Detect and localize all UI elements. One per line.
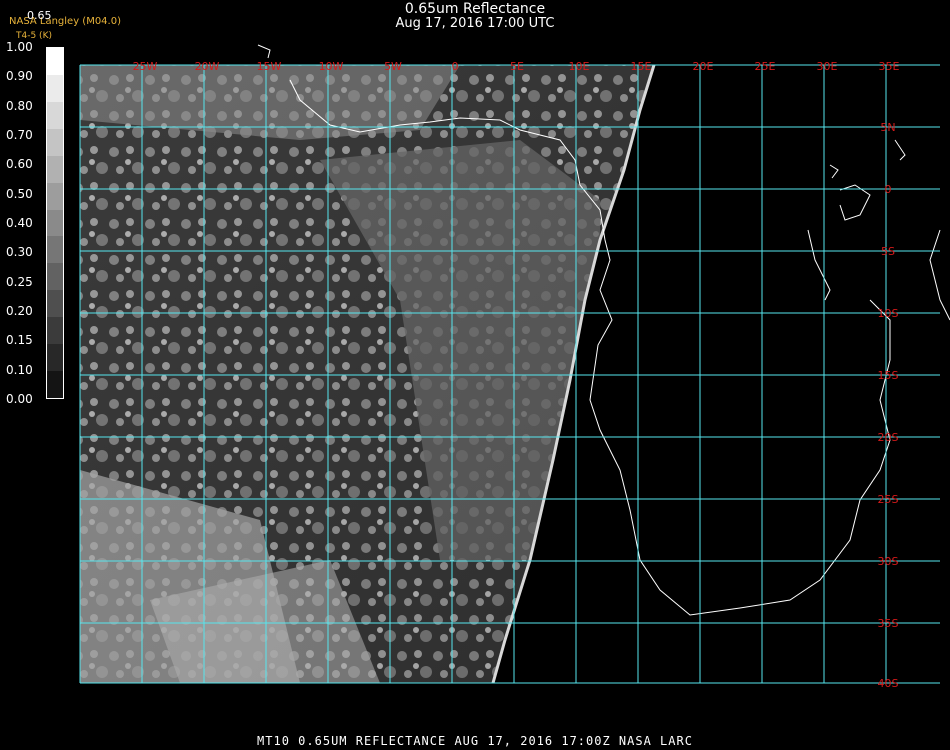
latitude-labels: 5N 0 5S 10S 15S 20S 25S 30S 35S 40S bbox=[878, 121, 899, 690]
footer-caption: MT10 0.65UM REFLECTANCE AUG 17, 2016 17:… bbox=[257, 734, 693, 748]
longitude-label: 5W bbox=[384, 60, 402, 73]
longitude-label: 25E bbox=[755, 60, 776, 73]
longitude-label: 35E bbox=[879, 60, 900, 73]
latitude-label: 5S bbox=[881, 245, 895, 258]
longitude-label: 20E bbox=[693, 60, 714, 73]
latitude-label: 25S bbox=[878, 493, 899, 506]
longitude-label: 5E bbox=[510, 60, 524, 73]
latitude-label: 30S bbox=[878, 555, 899, 568]
latitude-label: 0 bbox=[885, 183, 892, 196]
longitude-label: 25W bbox=[133, 60, 158, 73]
colorbar-max-label: 0.65 bbox=[27, 9, 52, 22]
latitude-label: 10S bbox=[878, 307, 899, 320]
longitude-label: 10E bbox=[569, 60, 590, 73]
longitude-label: 10W bbox=[319, 60, 344, 73]
longitude-label: 30E bbox=[817, 60, 838, 73]
latitude-label: 5N bbox=[880, 121, 895, 134]
longitude-label: 20W bbox=[195, 60, 220, 73]
longitude-label: 15W bbox=[257, 60, 282, 73]
latitude-label: 15S bbox=[878, 369, 899, 382]
longitude-label: 0 bbox=[452, 60, 459, 73]
latitude-label: 20S bbox=[878, 431, 899, 444]
longitude-label: 15E bbox=[631, 60, 652, 73]
satellite-map: 25W 20W 15W 10W 5W 0 5E 10E 15E 20E 25E 30E 35E 5N05… bbox=[79, 44, 950, 690]
latitude-label: 35S bbox=[878, 617, 899, 630]
latitude-label: 40S bbox=[878, 677, 899, 690]
